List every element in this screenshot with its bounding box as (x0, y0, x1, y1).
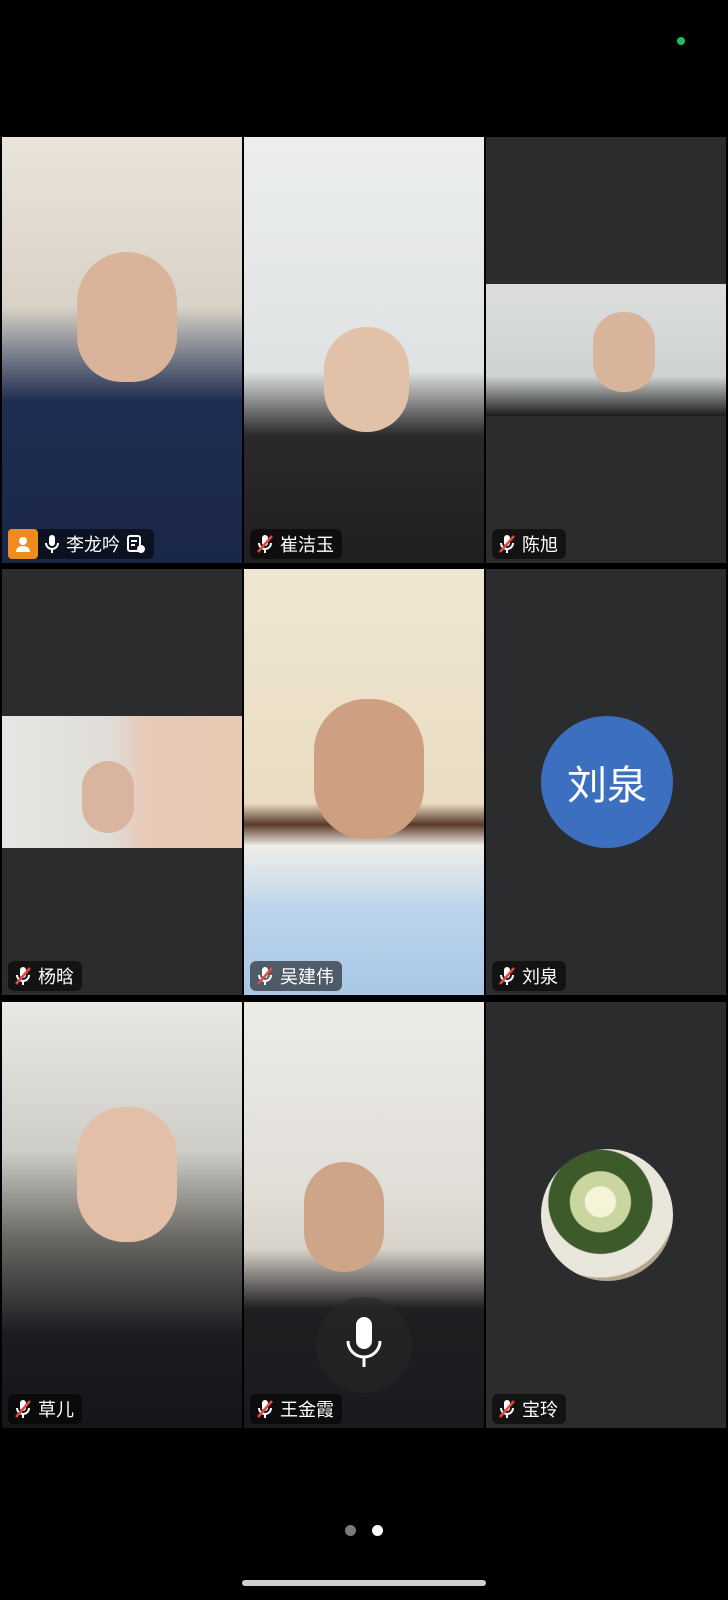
muted-microphone-icon (14, 966, 32, 986)
host-badge-icon (8, 529, 38, 559)
participant-tile-bao-ling[interactable]: 宝玲 (486, 1002, 726, 1428)
participant-tile-li-longyin[interactable]: 李龙吟 (2, 137, 242, 563)
name-bar: 陈旭 (492, 529, 566, 559)
page-dot-2[interactable] (372, 1525, 383, 1536)
video-feed (2, 137, 242, 563)
participant-tile-cui-jieyu[interactable]: 崔洁玉 (244, 137, 484, 563)
participant-name: 杨晗 (38, 967, 74, 988)
muted-microphone-icon (498, 966, 516, 986)
avatar (541, 1149, 673, 1281)
muted-microphone-icon (256, 966, 274, 986)
participant-name: 王金霞 (280, 1400, 334, 1421)
participant-face (77, 252, 177, 382)
microphone-icon (344, 1315, 384, 1375)
name-bar: 宝玲 (492, 1394, 566, 1424)
status-indicator-dot (677, 37, 685, 45)
video-feed (486, 284, 726, 416)
participant-name: 刘泉 (522, 967, 558, 988)
participant-name: 草儿 (38, 1400, 74, 1421)
participant-face (593, 312, 655, 392)
muted-microphone-icon (498, 1399, 516, 1419)
participant-tile-wu-jianwei[interactable]: 吴建伟 (244, 569, 484, 995)
participant-face (77, 1107, 177, 1242)
name-bar: 崔洁玉 (250, 529, 342, 559)
participant-tile-yang-han[interactable]: 杨晗 (2, 569, 242, 995)
participant-tile-chen-xu[interactable]: 陈旭 (486, 137, 726, 563)
name-bar: 李龙吟 (8, 529, 154, 559)
participant-name: 陈旭 (522, 535, 558, 556)
video-feed (2, 716, 242, 848)
participant-face (304, 1162, 384, 1272)
floating-microphone-button[interactable] (316, 1297, 412, 1393)
participant-name: 李龙吟 (66, 535, 120, 556)
page-dot-1[interactable] (345, 1525, 356, 1536)
video-feed (244, 569, 484, 995)
participant-name: 宝玲 (522, 1400, 558, 1421)
participant-name: 崔洁玉 (280, 535, 334, 556)
name-bar: 吴建伟 (250, 961, 342, 991)
participant-face (324, 327, 409, 432)
participant-face (82, 761, 134, 833)
participant-tile-liu-quan[interactable]: 刘泉 刘泉 (486, 569, 726, 995)
screen-share-icon (126, 534, 146, 554)
muted-microphone-icon (14, 1399, 32, 1419)
avatar: 刘泉 (541, 716, 673, 848)
muted-microphone-icon (256, 534, 274, 554)
page-indicator (0, 1525, 728, 1536)
participant-name: 吴建伟 (280, 967, 334, 988)
video-feed (244, 137, 484, 563)
home-indicator[interactable] (242, 1580, 486, 1586)
name-bar: 草儿 (8, 1394, 82, 1424)
microphone-icon (44, 534, 60, 554)
name-bar: 杨晗 (8, 961, 82, 991)
name-bar: 王金霞 (250, 1394, 342, 1424)
muted-microphone-icon (256, 1399, 274, 1419)
participant-face (314, 699, 424, 839)
muted-microphone-icon (498, 534, 516, 554)
name-bar: 刘泉 (492, 961, 566, 991)
participant-tile-cao-er[interactable]: 草儿 (2, 1002, 242, 1428)
video-feed (2, 1002, 242, 1428)
participant-grid: 李龙吟 崔洁玉 陈旭 杨晗 吴建伟 刘泉 刘泉 草儿 王金霞 宝玲 (0, 137, 728, 1429)
